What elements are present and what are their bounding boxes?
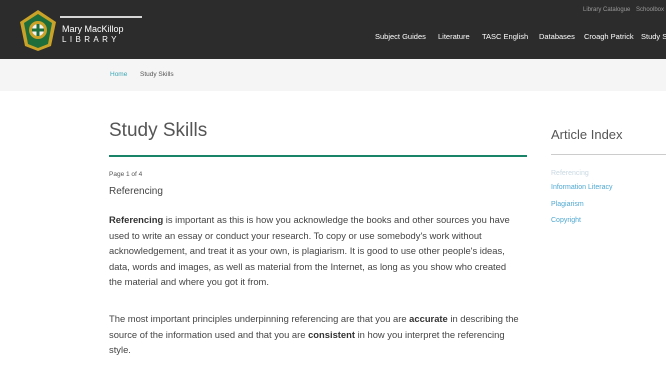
breadcrumb-current: Study Skills <box>140 71 174 78</box>
title-divider <box>109 155 527 157</box>
nav-databases[interactable]: Databases <box>539 32 575 41</box>
nav-study-skills[interactable]: Study Skills <box>641 32 666 41</box>
article-paragraph-1: Referencing is important as this is how … <box>109 214 510 287</box>
school-crest-icon[interactable] <box>18 8 58 52</box>
term-referencing: Referencing <box>109 214 164 225</box>
article-paragraph-2: The most important principles underpinni… <box>109 313 519 355</box>
term-accurate: accurate <box>409 313 448 324</box>
library-logo[interactable]: Mary MacKillop LIBRARY <box>60 16 142 46</box>
breadcrumb: Home Study Skills <box>0 59 666 91</box>
logo-name: Mary MacKillop <box>62 24 124 34</box>
nav-croagh-patrick[interactable]: Croagh Patrick <box>584 32 634 41</box>
index-link-plagiarism[interactable]: Plagiarism <box>551 201 584 208</box>
util-link-schoolbox[interactable]: Schoolbox <box>636 7 664 13</box>
breadcrumb-home-link[interactable]: Home <box>110 71 127 78</box>
page-title: Study Skills <box>109 120 208 141</box>
logo-bookmark-tabs <box>60 16 142 22</box>
util-link-library-catalogue[interactable]: Library Catalogue <box>583 7 630 13</box>
index-link-referencing[interactable]: Referencing <box>551 170 589 177</box>
nav-literature[interactable]: Literature <box>438 32 470 41</box>
page-indicator: Page 1 of 4 <box>109 171 143 178</box>
section-title: Referencing <box>109 186 163 197</box>
nav-tasc-english[interactable]: TASC English <box>482 32 528 41</box>
article-index-divider <box>551 154 666 155</box>
term-consistent: consistent <box>308 328 355 340</box>
index-link-copyright[interactable]: Copyright <box>551 217 581 224</box>
nav-subject-guides[interactable]: Subject Guides <box>375 32 426 41</box>
logo-library: LIBRARY <box>62 35 120 44</box>
top-navigation-bar: Mary MacKillop LIBRARY Library Catalogue… <box>0 0 666 59</box>
index-link-information-literacy[interactable]: Information Literacy <box>551 184 612 191</box>
article-index-title: Article Index <box>551 127 623 142</box>
